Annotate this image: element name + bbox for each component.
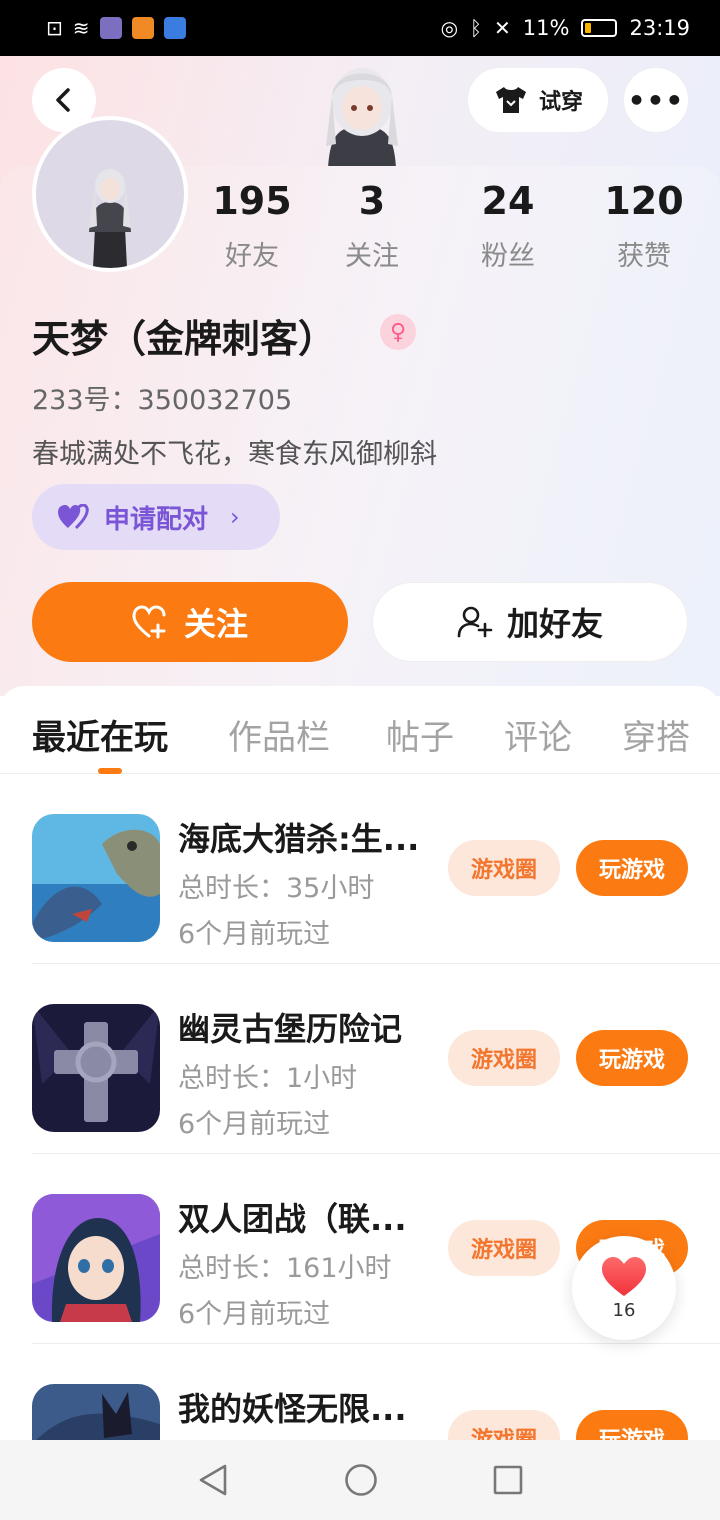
nfc-icon: ◎: [440, 16, 459, 40]
game-title: 海底大猎杀:生...: [178, 820, 420, 858]
video-app-icon: [131, 17, 154, 39]
stat-label: 获赞: [617, 241, 671, 272]
female-gender-icon: ♀: [380, 314, 416, 350]
game-duration: 总时长：1小时: [178, 1063, 358, 1094]
double-heart-icon: [58, 504, 89, 530]
play-game-button[interactable]: 玩游戏: [576, 1410, 688, 1440]
stat-value: 24: [481, 179, 535, 223]
follow-button[interactable]: 关注: [32, 582, 348, 662]
stat-value: 120: [604, 179, 684, 223]
game-last-played: 6个月前玩过: [178, 919, 331, 950]
game-circle-button[interactable]: 游戏圈: [448, 1030, 560, 1086]
stat-value: 195: [212, 179, 292, 223]
user-id: 233号：350032705: [32, 385, 293, 416]
try-on-label: 试穿: [538, 90, 583, 115]
user-bio: 春城满处不飞花，寒食东风御柳斜: [32, 439, 437, 470]
more-button[interactable]: •••: [624, 68, 688, 132]
game-duration: 总时长：161小时: [178, 1253, 392, 1284]
game-circle-button[interactable]: 游戏圈: [448, 840, 560, 896]
wifi-icon: ≋: [72, 16, 90, 40]
stat-fans[interactable]: 24 粉丝: [448, 178, 568, 273]
game-title: 幽灵古堡历险记: [178, 1010, 403, 1048]
tab-outfits[interactable]: 穿搭: [622, 710, 690, 759]
like-floating-button[interactable]: 16: [572, 1236, 676, 1340]
game-circle-button[interactable]: 游戏圈: [448, 1410, 560, 1440]
game-last-played: 6个月前玩过: [178, 1109, 331, 1140]
add-friend-button[interactable]: 加好友: [372, 582, 688, 662]
game-list-item[interactable]: 幽灵古堡历险记 总时长：1小时 6个月前玩过 游戏圈 玩游戏: [32, 964, 720, 1154]
avatar[interactable]: [32, 116, 188, 272]
battery-icon: [581, 19, 618, 37]
heart-icon: [602, 1256, 646, 1296]
like-count: 16: [612, 1299, 636, 1321]
back-triangle-icon[interactable]: [197, 1463, 229, 1497]
chevron-right-icon: ›: [230, 503, 240, 531]
mute-icon: ✕: [494, 16, 511, 40]
play-game-button[interactable]: 玩游戏: [576, 840, 688, 896]
status-bar: ⊡ ≋ ◎ ᛒ ✕ 11% 23:19: [0, 0, 720, 56]
game-duration: 总时长：35小时: [178, 873, 375, 904]
tab-recently-played[interactable]: 最近在玩: [32, 710, 168, 759]
follow-label: 关注: [183, 605, 248, 643]
avatar-image: [36, 120, 184, 268]
alert-icon: ⊡: [46, 16, 63, 40]
status-right-icons: ◎ ᛒ ✕ 11% 23:19: [441, 16, 690, 40]
play-game-button[interactable]: 玩游戏: [576, 1030, 688, 1086]
game-title: 我的妖怪无限...: [178, 1390, 407, 1428]
game-icon: [32, 1194, 160, 1322]
game-icon: [32, 1004, 160, 1132]
profile-tabs: 最近在玩 作品栏 帖子 评论 穿搭: [0, 686, 720, 774]
stat-friends[interactable]: 195 好友: [192, 178, 312, 273]
clock: 23:19: [629, 16, 690, 40]
game-title: 双人团战（联...: [178, 1200, 407, 1238]
try-on-button[interactable]: 试穿: [468, 68, 608, 132]
game-icon: [32, 814, 160, 942]
game-circle-button[interactable]: 游戏圈: [448, 1220, 560, 1276]
calendar-app-icon: [163, 17, 186, 39]
username: 天梦（金牌刺客）: [32, 317, 337, 361]
stat-label: 好友: [225, 241, 279, 272]
home-circle-icon[interactable]: [344, 1463, 378, 1497]
tab-posts[interactable]: 帖子: [386, 710, 454, 759]
add-user-icon: [457, 606, 493, 638]
game-last-played: 6个月前玩过: [178, 1299, 331, 1330]
status-left-icons: ⊡ ≋: [46, 16, 186, 40]
stat-label: 关注: [345, 241, 399, 272]
recents-square-icon[interactable]: [493, 1465, 523, 1495]
chevron-left-icon: [56, 88, 70, 112]
tab-works[interactable]: 作品栏: [228, 710, 330, 759]
system-navigation-bar: [0, 1440, 720, 1520]
game-icon: [32, 1384, 160, 1440]
stat-following[interactable]: 3 关注: [312, 178, 432, 273]
add-friend-label: 加好友: [506, 605, 603, 643]
tab-comments[interactable]: 评论: [504, 710, 572, 759]
game-list-item[interactable]: 我的妖怪无限... 游戏圈 玩游戏: [32, 1344, 720, 1440]
stat-likes[interactable]: 120 获赞: [584, 178, 704, 273]
game-list-item[interactable]: 海底大猎杀:生... 总时长：35小时 6个月前玩过 游戏圈 玩游戏: [32, 774, 720, 964]
tshirt-icon: [495, 87, 526, 113]
stat-value: 3: [358, 179, 386, 223]
apply-pairing-button[interactable]: 申请配对 ›: [32, 484, 280, 550]
apply-pairing-label: 申请配对: [104, 504, 209, 535]
more-icon: •••: [627, 83, 685, 117]
bluetooth-icon: ᛒ: [470, 16, 483, 40]
stat-label: 粉丝: [481, 241, 535, 272]
music-app-icon: [99, 17, 122, 39]
battery-percent: 11%: [522, 16, 570, 40]
banner-character-image: [308, 56, 416, 168]
heart-plus-icon: [132, 605, 166, 639]
